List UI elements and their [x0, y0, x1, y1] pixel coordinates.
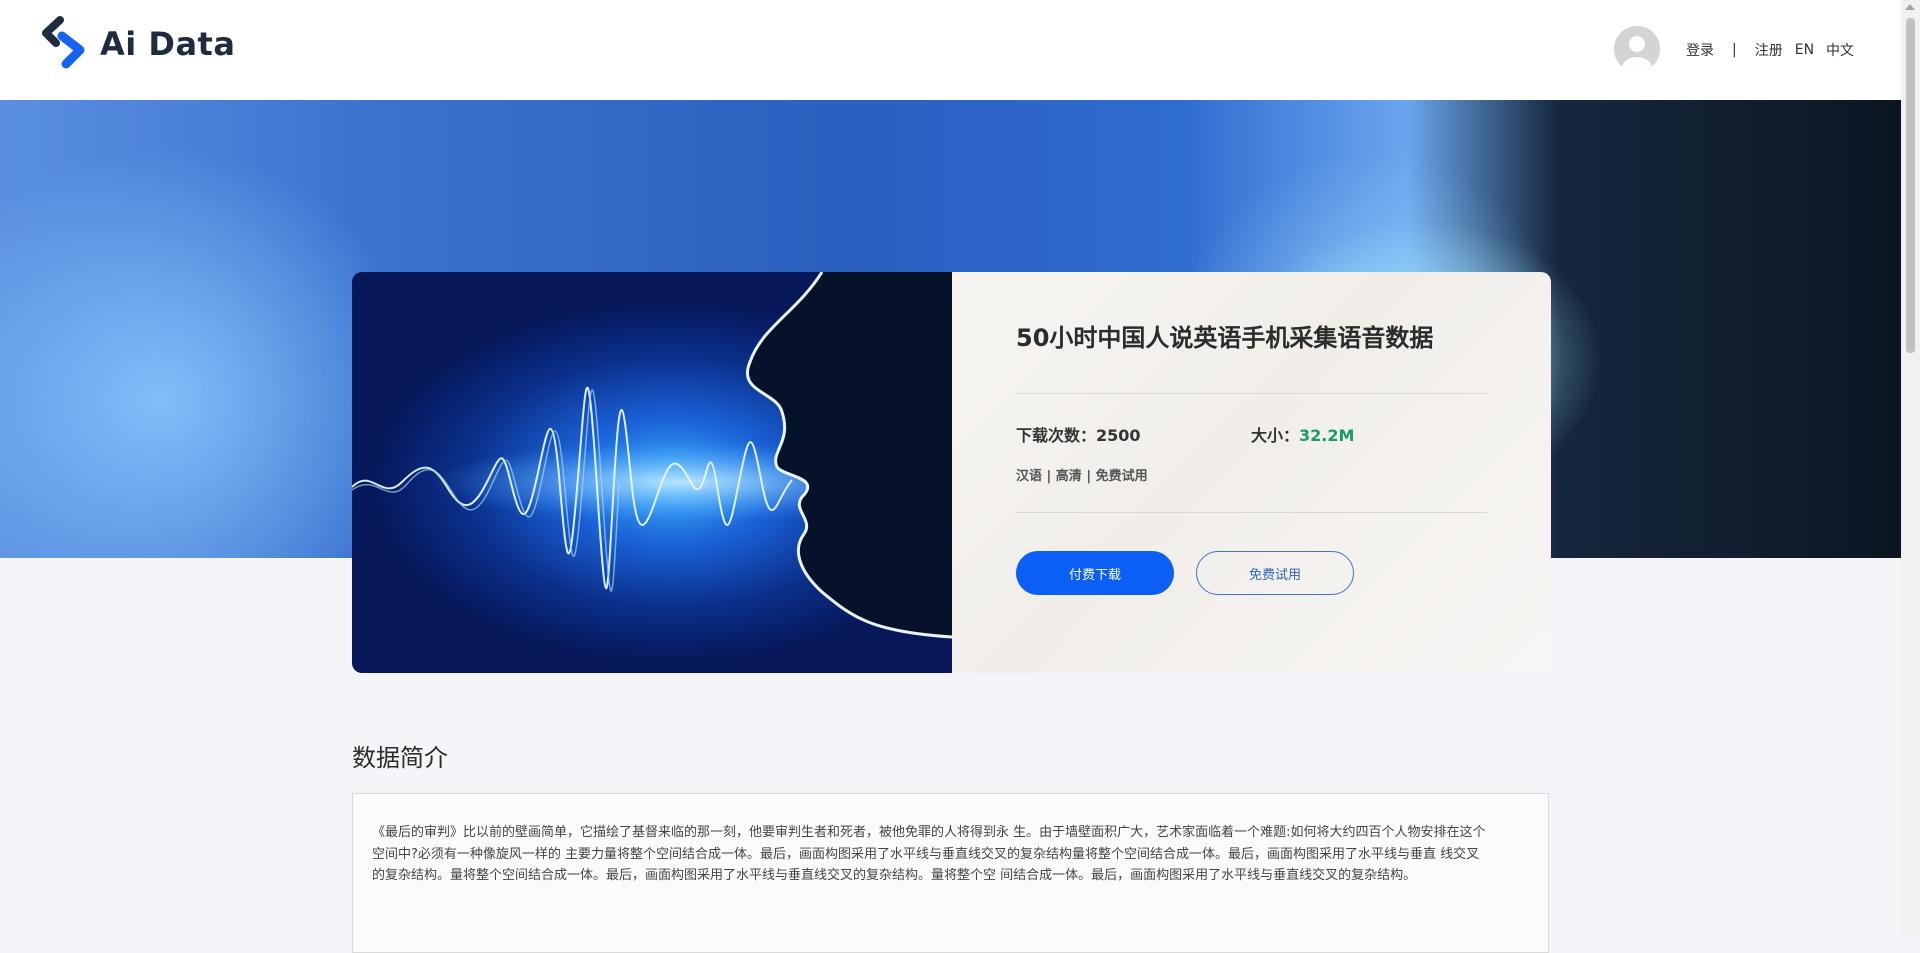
scroll-up-arrow-icon[interactable]: [1905, 4, 1915, 10]
scrollbar-thumb[interactable]: [1906, 18, 1915, 353]
intro-text: 《最后的审判》比以前的壁画简单，它描绘了基督来临的那一刻，他要审判生者和死者，被…: [372, 825, 1486, 883]
header: Ai Data 登录 | 注册 EN 中文: [0, 0, 1901, 100]
login-link[interactable]: 登录: [1686, 40, 1714, 60]
divider-bottom: [1016, 512, 1487, 513]
download-count-value: 2500: [1096, 426, 1141, 445]
avatar[interactable]: [1614, 26, 1660, 72]
logo-icon: [42, 16, 85, 69]
register-link[interactable]: 注册: [1755, 40, 1783, 60]
lang-en-link[interactable]: EN: [1795, 42, 1814, 58]
file-size-label: 大小：: [1251, 426, 1300, 445]
file-size-value: 32.2M: [1299, 426, 1355, 445]
sound-wave-face-image: [352, 272, 952, 639]
top-nav: 登录 | 注册 EN 中文: [1686, 40, 1866, 60]
intro-box: 《最后的审判》比以前的壁画简单，它描绘了基督来临的那一刻，他要审判生者和死者，被…: [352, 793, 1549, 953]
logo[interactable]: Ai Data: [40, 16, 235, 72]
logo-text: Ai Data: [100, 25, 236, 63]
divider-top: [1016, 393, 1487, 394]
download-count-label: 下载次数：: [1016, 426, 1097, 445]
free-trial-button[interactable]: 免费试用: [1196, 551, 1354, 595]
download-count: 下载次数：2500: [1016, 422, 1141, 446]
page-scrollbar[interactable]: [1901, 0, 1920, 937]
nav-separator: |: [1732, 42, 1737, 58]
product-title: 50小时中国人说英语手机采集语音数据: [1016, 324, 1434, 352]
avatar-icon: [1614, 26, 1660, 72]
product-info: 50小时中国人说英语手机采集语音数据 下载次数：2500 大小：32.2M 汉语…: [952, 272, 1551, 673]
paid-download-button[interactable]: 付费下载: [1016, 551, 1174, 595]
product-image: [352, 272, 952, 673]
product-tags: 汉语 | 高清 | 免费试用: [1016, 469, 1148, 484]
file-size: 大小：32.2M: [1251, 422, 1354, 446]
lang-zh-link[interactable]: 中文: [1826, 40, 1854, 60]
product-card: 50小时中国人说英语手机采集语音数据 下载次数：2500 大小：32.2M 汉语…: [352, 272, 1551, 673]
intro-title: 数据简介: [352, 744, 448, 772]
